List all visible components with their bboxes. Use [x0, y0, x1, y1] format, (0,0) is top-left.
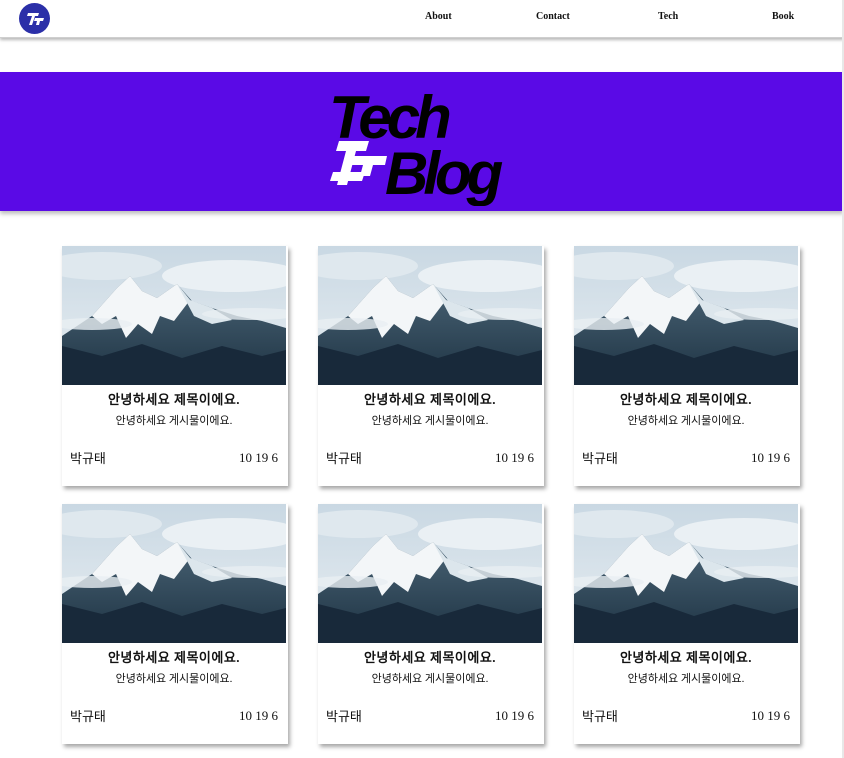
mountain-photo — [318, 504, 542, 643]
post-date: 10 19 6 — [239, 708, 278, 723]
post-date: 10 19 6 — [495, 450, 534, 465]
mountain-photo — [62, 246, 286, 385]
mountain-photo — [574, 504, 798, 643]
post-card[interactable]: 안녕하세요 제목이에요. 안녕하세요 게시물이에요. 박규태 10 19 6 — [62, 246, 288, 486]
mountain-photo — [62, 504, 286, 643]
nav-link-contact[interactable]: Contact — [536, 11, 570, 22]
post-excerpt: 안녕하세요 게시물이에요. — [627, 673, 745, 685]
nav-link-book[interactable]: Book — [772, 11, 794, 22]
post-title: 안녕하세요 제목이에요. — [619, 392, 753, 407]
post-author: 박규태 — [582, 709, 618, 724]
mountain-photo — [318, 246, 542, 385]
post-excerpt: 안녕하세요 게시물이에요. — [371, 673, 489, 685]
post-date: 10 19 6 — [751, 450, 790, 465]
post-author: 박규태 — [326, 709, 362, 724]
post-date: 10 19 6 — [751, 708, 790, 723]
post-author: 박규태 — [326, 451, 362, 466]
post-title: 안녕하세요 제목이에요. — [363, 650, 497, 665]
post-title: 안녕하세요 제목이에요. — [107, 392, 241, 407]
post-title: 안녕하세요 제목이에요. — [363, 392, 497, 407]
post-author: 박규태 — [70, 709, 106, 724]
post-card[interactable]: 안녕하세요 제목이에요. 안녕하세요 게시물이에요. 박규태 10 19 6 — [318, 504, 544, 744]
post-title: 안녕하세요 제목이에요. — [107, 650, 241, 665]
home-logo[interactable] — [19, 3, 50, 34]
tf-logo-icon — [26, 12, 44, 25]
post-excerpt: 안녕하세요 게시물이에요. — [627, 415, 745, 427]
navbar: About Contact Tech Book — [0, 0, 844, 38]
post-card[interactable]: 안녕하세요 제목이에요. 안녕하세요 게시물이에요. 박규태 10 19 6 — [62, 504, 288, 744]
post-excerpt: 안녕하세요 게시물이에요. — [115, 415, 233, 427]
tech-blog-logo: Tech Blog — [329, 84, 508, 206]
post-card[interactable]: 안녕하세요 제목이에요. 안녕하세요 게시물이에요. 박규태 10 19 6 — [574, 504, 800, 744]
post-excerpt: 안녕하세요 게시물이에요. — [115, 673, 233, 685]
post-author: 박규태 — [70, 451, 106, 466]
hero-banner: Tech Blog — [0, 72, 844, 211]
post-title: 안녕하세요 제목이에요. — [619, 650, 753, 665]
post-excerpt: 안녕하세요 게시물이에요. — [371, 415, 489, 427]
post-date: 10 19 6 — [495, 708, 534, 723]
post-card[interactable]: 안녕하세요 제목이에요. 안녕하세요 게시물이에요. 박규태 10 19 6 — [574, 246, 800, 486]
nav-link-tech[interactable]: Tech — [658, 11, 678, 22]
post-card[interactable]: 안녕하세요 제목이에요. 안녕하세요 게시물이에요. 박규태 10 19 6 — [318, 246, 544, 486]
logo-word-blog: Blog — [385, 140, 503, 206]
nav-link-about[interactable]: About — [425, 11, 452, 22]
mountain-photo — [574, 246, 798, 385]
post-author: 박규태 — [582, 451, 618, 466]
post-date: 10 19 6 — [239, 450, 278, 465]
